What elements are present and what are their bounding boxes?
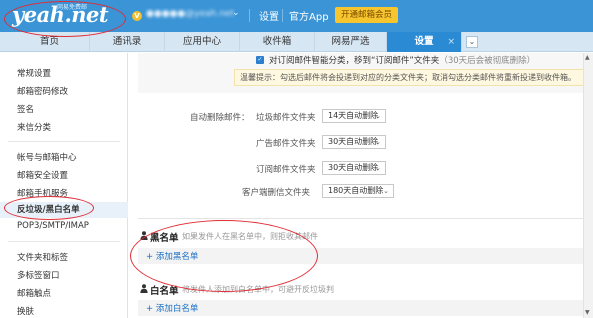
settings-link[interactable]: 设置 (259, 8, 279, 23)
chevron-down-icon: ⌄ (375, 164, 381, 172)
folder-label-client-deleted: 客户端删信文件夹 (242, 188, 311, 198)
subscribe-text: 对订阅邮件智能分类，移到“订阅邮件”文件夹 (269, 56, 440, 66)
subscribe-retention-select[interactable]: 30天自动删除 ⌄ (322, 161, 386, 175)
header-divider (249, 9, 250, 22)
vip-shield-icon: V (132, 11, 142, 21)
chevron-down-icon: ⌄ (383, 187, 389, 195)
sidebar-item-account-center[interactable]: 帐号与邮箱中心 (17, 151, 77, 163)
scrollbar[interactable]: ▲ ▼ (583, 53, 593, 318)
spam-retention-value: 14天自动删除 (328, 111, 379, 120)
settings-sidebar: 常规设置 邮箱密码修改 签名 来信分类 帐号与邮箱中心 邮箱安全设置 邮箱手机服… (0, 53, 128, 318)
sidebar-item-skin[interactable]: 换肤 (17, 305, 34, 317)
sidebar-item-mail-filter[interactable]: 来信分类 (17, 121, 51, 133)
annotation-oval-antispam (4, 196, 94, 220)
auto-delete-label: 自动删除邮件： (190, 113, 250, 123)
classification-panel: ✓ 对订阅邮件智能分类，移到“订阅邮件”文件夹（30天后会被彻底删除） 温馨提示… (138, 53, 593, 93)
tab-more-chevron-icon[interactable]: ⌄ (466, 36, 478, 48)
tab-settings-label: 设置 (414, 36, 434, 47)
account-name[interactable]: ●●●●●@yeah.net (146, 9, 234, 21)
subscribe-checkbox-label: 对订阅邮件智能分类，移到“订阅邮件”文件夹（30天后会被彻底删除） (269, 54, 535, 66)
chevron-down-icon: ⌄ (375, 138, 381, 146)
sidebar-divider (8, 241, 120, 242)
annotation-oval-blacklist (130, 220, 318, 292)
folder-label-ads: 广告邮件文件夹 (256, 139, 316, 149)
tip-banner: 温馨提示：勾选后邮件将会投递到对应的分类文件夹；取消勾选分类邮件将重新投递到收件… (234, 69, 589, 86)
folder-label-spam: 垃圾邮件文件夹 (256, 113, 316, 123)
sidebar-item-signature[interactable]: 签名 (17, 103, 34, 115)
annotation-oval-logo (4, 1, 126, 37)
tab-app-center[interactable]: 应用中心 (165, 32, 240, 52)
scroll-down-arrow-icon[interactable]: ▼ (585, 309, 590, 316)
subscribe-retention-value: 30天自动删除 (328, 163, 379, 172)
ads-retention-select[interactable]: 30天自动删除 ⌄ (322, 135, 386, 149)
sidebar-divider (8, 141, 120, 142)
sidebar-item-pop3[interactable]: POP3/SMTP/IMAP (17, 221, 89, 231)
scroll-up-arrow-icon[interactable]: ▲ (585, 54, 590, 61)
add-whitelist-link[interactable]: + 添加白名单 (146, 302, 198, 314)
header-divider (282, 9, 283, 22)
whitelist-add-row: + 添加白名单 (138, 300, 593, 316)
sidebar-item-general[interactable]: 常规设置 (17, 67, 51, 79)
section-divider (138, 218, 593, 219)
sidebar-item-touchpoint[interactable]: 邮箱触点 (17, 287, 51, 299)
client-deleted-retention-select[interactable]: 180天自动删除 ⌄ (322, 184, 394, 198)
official-app-link[interactable]: 官方App (289, 8, 329, 23)
ads-retention-value: 30天自动删除 (328, 137, 379, 146)
tab-yanxuan[interactable]: 网易严选 (315, 32, 387, 52)
spam-retention-select[interactable]: 14天自动删除 ⌄ (322, 109, 386, 123)
sidebar-item-password[interactable]: 邮箱密码修改 (17, 85, 68, 97)
user-icon (140, 284, 148, 293)
sidebar-item-folders[interactable]: 文件夹和标签 (17, 251, 68, 263)
upgrade-vip-button[interactable]: 开通邮箱会员 (335, 7, 399, 23)
tab-settings[interactable]: 设置 × (387, 32, 462, 52)
chevron-down-icon[interactable]: ⌄ (232, 8, 240, 18)
sidebar-item-security[interactable]: 邮箱安全设置 (17, 169, 68, 181)
sidebar-item-multitab[interactable]: 多标签窗口 (17, 269, 60, 281)
close-icon[interactable]: × (447, 32, 455, 52)
chevron-down-icon: ⌄ (375, 112, 381, 120)
subscribe-checkbox[interactable]: ✓ (256, 56, 264, 64)
subscribe-note: （30天后会被彻底删除） (439, 56, 536, 66)
client-deleted-retention-value: 180天自动删除 (328, 186, 384, 195)
tab-contacts[interactable]: 通讯录 (90, 32, 165, 52)
folder-label-subscribe: 订阅邮件文件夹 (256, 165, 316, 175)
tab-inbox[interactable]: 收件箱 (240, 32, 315, 52)
